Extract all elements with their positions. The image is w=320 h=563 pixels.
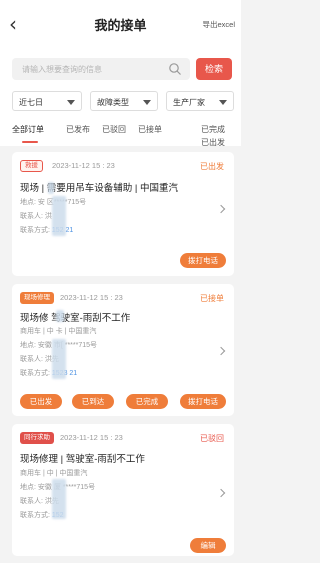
filter-manufacturer-label: 生产厂家	[173, 98, 205, 107]
chevron-down-icon	[143, 100, 151, 105]
order-time: 2023-11-12 15 : 23	[60, 293, 123, 302]
filter-date-dropdown[interactable]: 近七日	[12, 91, 82, 111]
arrived-button[interactable]: 已到达	[72, 394, 114, 409]
search-row: 请输入想要查询的信息 检索	[0, 48, 241, 88]
privacy-blur	[52, 479, 66, 519]
filter-date-label: 近七日	[19, 98, 43, 107]
chevron-down-icon	[67, 100, 75, 105]
order-contact: 联系人: 洪	[20, 213, 52, 220]
order-status: 已接单	[200, 294, 224, 303]
status-tabs: 全部订单 已发布 已驳回 已接单 已完成 已出发	[0, 116, 241, 148]
edit-button[interactable]: 编辑	[190, 538, 226, 553]
privacy-blur	[52, 339, 66, 379]
order-title: 现场 | 需要用吊车设备辅助 | 中国重汽	[20, 183, 178, 194]
chevron-right-icon[interactable]	[216, 204, 226, 214]
order-card[interactable]: 救援 2023-11-12 15 : 23 已出发 现场 | 需要用吊车设备辅助…	[12, 152, 234, 276]
tab-published[interactable]: 已发布	[66, 124, 90, 135]
chevron-down-icon	[219, 100, 227, 105]
order-card[interactable]: 现场修理 2023-11-12 15 : 23 已接单 现场修 驾驶室-雨刮不工…	[12, 284, 234, 416]
privacy-blur	[48, 182, 54, 194]
search-icon	[169, 63, 181, 75]
order-vehicle: 商用车 | 中 卡 | 中国重汽	[20, 328, 97, 335]
chevron-right-icon[interactable]	[216, 346, 226, 356]
tab-departed[interactable]: 已出发	[201, 137, 225, 148]
tab-accepted[interactable]: 已接单	[138, 124, 162, 135]
order-card[interactable]: 同行求助 2023-11-12 15 : 23 已驳回 现场修理 | 驾驶室-雨…	[12, 424, 234, 556]
call-button[interactable]: 拨打电话	[180, 394, 226, 409]
tab-rejected[interactable]: 已驳回	[102, 124, 126, 135]
departed-button[interactable]: 已出发	[20, 394, 62, 409]
order-type-badge: 救援	[20, 160, 43, 172]
call-button[interactable]: 拨打电话	[180, 253, 226, 268]
active-tab-indicator	[22, 141, 38, 143]
export-excel-button[interactable]: 导出excel	[202, 19, 235, 30]
filter-fault-type-label: 故障类型	[97, 98, 129, 107]
search-placeholder: 请输入想要查询的信息	[22, 65, 102, 74]
search-button[interactable]: 检索	[196, 58, 232, 80]
search-input[interactable]: 请输入想要查询的信息	[12, 58, 190, 80]
order-time: 2023-11-12 15 : 23	[60, 433, 123, 442]
privacy-blur	[52, 196, 66, 236]
filter-bar: 近七日 故障类型 生产厂家	[0, 88, 241, 116]
privacy-blur	[56, 310, 64, 322]
order-title: 现场修理 | 驾驶室-雨刮不工作	[20, 454, 145, 465]
order-type-badge: 同行求助	[20, 432, 54, 444]
chevron-right-icon[interactable]	[216, 488, 226, 498]
order-status: 已出发	[200, 162, 224, 171]
completed-button[interactable]: 已完成	[126, 394, 168, 409]
order-title: 现场修 驾驶室-雨刮不工作	[20, 313, 131, 324]
filter-fault-type-dropdown[interactable]: 故障类型	[90, 91, 158, 111]
order-type-badge: 现场修理	[20, 292, 54, 304]
header-bar: ‹ 我的接单 导出excel	[0, 0, 241, 48]
order-time: 2023-11-12 15 : 23	[52, 161, 115, 170]
tab-all-orders[interactable]: 全部订单	[12, 124, 44, 135]
tab-completed[interactable]: 已完成	[201, 124, 225, 135]
order-status: 已驳回	[200, 434, 224, 443]
order-vehicle: 商用车 | 中 | 中国重汽	[20, 470, 88, 477]
order-phone-line: 联系方式: 1523 21	[20, 370, 78, 377]
filter-manufacturer-dropdown[interactable]: 生产厂家	[166, 91, 234, 111]
